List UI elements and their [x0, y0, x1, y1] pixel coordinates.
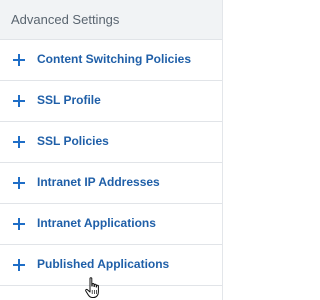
item-label: Intranet Applications	[37, 216, 156, 230]
plus-icon	[13, 54, 25, 66]
panel-title: Advanced Settings	[11, 12, 120, 27]
item-label: Content Switching Policies	[37, 52, 192, 66]
item-label: Published Applications	[37, 257, 170, 271]
plus-icon	[13, 259, 25, 271]
panel-header: Advanced Settings	[0, 0, 222, 40]
add-ssl-policies[interactable]: SSL Policies	[0, 122, 222, 163]
add-content-switching-policies[interactable]: Content Switching Policies	[0, 40, 222, 81]
plus-icon	[13, 95, 25, 107]
item-label: Intranet IP Addresses	[37, 175, 160, 189]
advanced-settings-panel: Advanced Settings Content Switching Poli…	[0, 0, 223, 300]
add-ssl-profile[interactable]: SSL Profile	[0, 81, 222, 122]
item-label: SSL Policies	[37, 134, 109, 148]
plus-icon	[13, 136, 25, 148]
add-published-applications[interactable]: Published Applications	[0, 245, 222, 286]
add-intranet-ip-addresses[interactable]: Intranet IP Addresses	[0, 163, 222, 204]
plus-icon	[13, 218, 25, 230]
add-intranet-applications[interactable]: Intranet Applications	[0, 204, 222, 245]
item-label: SSL Profile	[37, 93, 101, 107]
plus-icon	[13, 177, 25, 189]
